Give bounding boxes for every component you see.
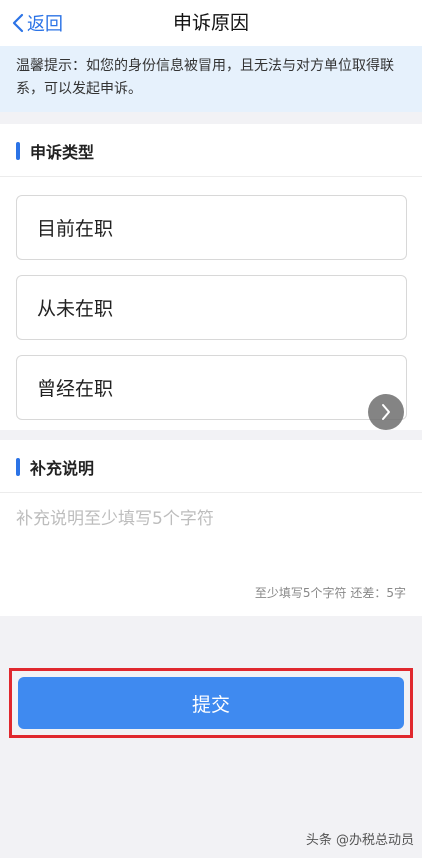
divider [0, 176, 422, 177]
section-title: 补充说明 [30, 459, 95, 478]
section-accent-bar [16, 142, 20, 160]
watermark: 头条 @办税总动员 [305, 833, 414, 848]
submit-button[interactable]: 提交 [18, 677, 404, 729]
floating-next-button[interactable] [368, 394, 404, 430]
section-header: 申诉类型 [16, 140, 94, 162]
option-never-employed[interactable]: 从未在职 [16, 275, 407, 340]
option-previously-employed[interactable]: 曾经在职 [16, 355, 407, 420]
chevron-right-icon [382, 404, 390, 420]
section-title: 申诉类型 [30, 143, 95, 162]
navigation-bar: 返回 申诉原因 [0, 0, 422, 46]
page-title: 申诉原因 [172, 12, 249, 34]
section-header: 补充说明 [16, 456, 94, 478]
character-counter: 至少填写5个字符 还差：5字 [254, 586, 406, 600]
notice-banner: 温馨提示：如您的身份信息被冒用，且无法与对方单位取得联系，可以发起申诉。 [0, 46, 422, 112]
section-accent-bar [16, 458, 20, 476]
submit-highlight-frame: 提交 [9, 668, 413, 738]
divider [0, 492, 422, 493]
option-currently-employed[interactable]: 目前在职 [16, 195, 407, 260]
appeal-type-section: 申诉类型 目前在职 从未在职 曾经在职 [0, 124, 422, 430]
supplement-textarea[interactable] [16, 504, 407, 574]
supplement-section: 补充说明 至少填写5个字符 还差：5字 [0, 440, 422, 616]
